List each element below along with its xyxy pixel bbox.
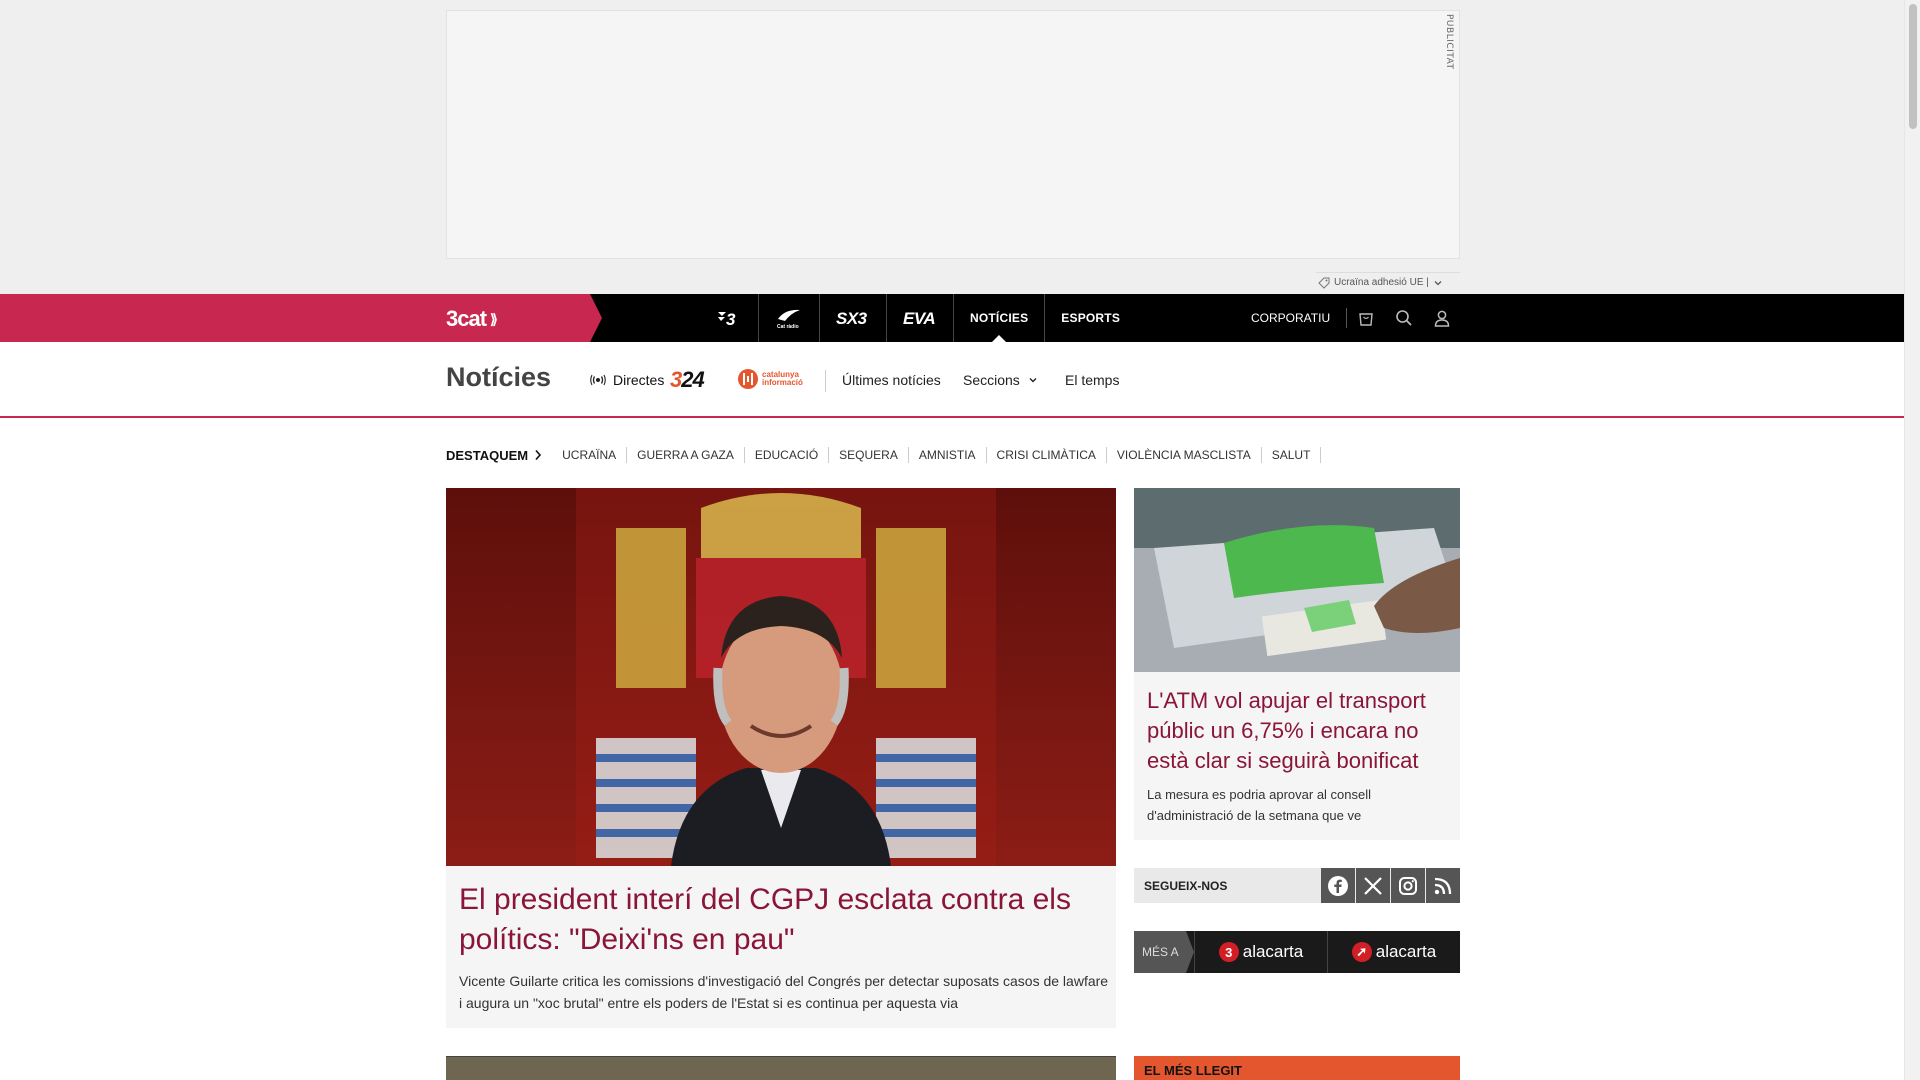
catalunya-informacio-logo[interactable]: catalunya informació: [737, 368, 803, 390]
follow-us-label: SEGUEIX-NOS: [1144, 878, 1228, 893]
follow-us-bar: SEGUEIX-NOS: [1134, 868, 1460, 903]
destaquem-label: DESTAQUEM: [446, 448, 542, 463]
instagram-button[interactable]: [1390, 868, 1425, 903]
ad-banner[interactable]: [446, 10, 1460, 259]
svg-text:3: 3: [726, 310, 736, 328]
ultimes-noticies-link[interactable]: Últimes notícies: [842, 372, 941, 388]
destaquem-text: DESTAQUEM: [446, 447, 529, 463]
catradio-alacarta-label: alacarta: [1375, 942, 1437, 961]
chevron-right-icon: [535, 449, 542, 461]
svg-text:Cat ràdio: Cat ràdio: [777, 324, 799, 329]
rss-button[interactable]: [1425, 868, 1460, 903]
eva-icon: EVA: [903, 309, 936, 327]
main-article-summary: Vicente Guilarte critica les comissions …: [459, 973, 1109, 1011]
brand-area: [0, 294, 602, 342]
x-icon: [1364, 876, 1382, 895]
tag-guerra-gaza[interactable]: GUERRA A GAZA: [627, 447, 745, 463]
facebook-button[interactable]: [1320, 868, 1355, 903]
324-logo[interactable]: 324: [670, 367, 705, 393]
scrollbar-thumb[interactable]: [1909, 4, 1917, 129]
section-title[interactable]: Notícies: [446, 362, 551, 393]
channel-eva-logo[interactable]: EVA: [887, 294, 954, 342]
catradio-mark-icon: ➚: [1351, 942, 1372, 962]
tag-ucraina[interactable]: UCRAÏNA: [552, 447, 628, 463]
user-icon: [1434, 310, 1450, 327]
brand-chevron-icon: ⟫: [490, 310, 498, 327]
el-temps-link[interactable]: El temps: [1065, 372, 1119, 388]
search-button[interactable]: [1385, 294, 1423, 342]
next-article-image[interactable]: [446, 1056, 1116, 1080]
ad-label: PUBLICITAT: [1444, 14, 1454, 70]
ad-topic-tag[interactable]: Ucraïna adhesió UE |: [1316, 272, 1460, 292]
tv3-alacarta-button[interactable]: 3 alacarta: [1194, 931, 1327, 973]
mes-a-label: MÉS A: [1134, 931, 1194, 973]
page-scrollbar[interactable]: [1904, 0, 1920, 1080]
channel-tv3-logo[interactable]: 3: [700, 294, 759, 342]
utility-nav: CORPORATIU: [1251, 294, 1461, 342]
tag-icon: [1318, 277, 1330, 289]
shop-button[interactable]: [1347, 294, 1385, 342]
section-header: Notícies Directes 324 catalunya informac…: [0, 342, 1904, 418]
ad-topic-text: Ucraïna adhesió UE |: [1334, 277, 1429, 288]
featured-tags: DESTAQUEM UCRAÏNA GUERRA A GAZA EDUCACIÓ…: [446, 444, 1322, 466]
ticket-machine-photo: [1134, 488, 1460, 672]
catradio-icon: Cat ràdio: [777, 309, 800, 329]
side-article-title[interactable]: L'ATM vol apujar el transport públic un …: [1147, 686, 1452, 776]
tag-salut[interactable]: SALUT: [1262, 447, 1322, 463]
user-button[interactable]: [1423, 294, 1461, 342]
nav-noticies[interactable]: NOTÍCIES: [954, 294, 1046, 342]
tv3-mark-icon: 3: [1218, 942, 1239, 962]
directes-label: Directes: [613, 372, 665, 388]
svg-text:EVA: EVA: [903, 309, 935, 327]
tag-sequera[interactable]: SEQUERA: [829, 447, 909, 463]
tag-amnistia[interactable]: AMNISTIA: [909, 447, 987, 463]
facebook-icon: [1328, 875, 1348, 896]
directes-link[interactable]: Directes: [590, 372, 664, 388]
tv3-alacarta-label: alacarta: [1242, 942, 1304, 961]
channel-sx3-logo[interactable]: SX3: [820, 294, 887, 342]
ci-text: catalunya informació: [762, 371, 803, 387]
mes-a-bar: MÉS A 3 alacarta ➚ alacarta: [1134, 931, 1460, 973]
channel-catradio-logo[interactable]: Cat ràdio: [759, 294, 820, 342]
main-article-title[interactable]: El president interí del CGPJ esclata con…: [459, 880, 1099, 960]
corporatiu-link[interactable]: CORPORATIU: [1251, 308, 1348, 328]
324-logo-number: 24: [681, 367, 705, 392]
brand-text: 3cat: [446, 306, 487, 331]
most-read-header: EL MÉS LLEGIT: [1134, 1056, 1460, 1080]
tag-violencia-masclista[interactable]: VIOLÈNCIA MASCLISTA: [1107, 447, 1262, 463]
nav-esports[interactable]: ESPORTS: [1045, 294, 1136, 342]
svg-text:SX3: SX3: [836, 309, 868, 327]
sx3-icon: SX3: [836, 309, 868, 327]
advertising-area: PUBLICITAT Ucraïna adhesió UE |: [0, 0, 1904, 294]
live-broadcast-icon: [590, 374, 606, 386]
main-article-image[interactable]: [446, 488, 1116, 866]
side-article-image[interactable]: [1134, 488, 1460, 672]
most-read-label: EL MÉS LLEGIT: [1144, 1063, 1242, 1078]
search-icon: [1396, 310, 1412, 326]
channel-list: 3 Cat ràdio SX3 EVA NOTÍCIES ESPORTS: [700, 294, 1136, 342]
shopping-bag-icon: [1359, 313, 1373, 326]
top-navigation-bar: 3cat ⟫ 3 Cat ràdio SX3 EVA NOTÍCIES ESPO…: [0, 294, 1904, 342]
chevron-down-icon: [1029, 378, 1037, 383]
x-button[interactable]: [1355, 868, 1390, 903]
main-article-card[interactable]: El president interí del CGPJ esclata con…: [446, 866, 1116, 1028]
tv3-icon: 3: [718, 310, 737, 328]
header-divider: [825, 370, 826, 392]
side-article-summary: La mesura es podria aprovar al consell d…: [1147, 787, 1372, 823]
rss-icon: [1434, 877, 1452, 894]
side-article-card[interactable]: L'ATM vol apujar el transport públic un …: [1134, 672, 1460, 840]
catradio-alacarta-button[interactable]: ➚ alacarta: [1327, 931, 1460, 973]
ci-text-line2: informació: [762, 378, 803, 387]
tag-crisi-climatica[interactable]: CRISI CLIMÀTICA: [987, 447, 1107, 463]
tag-educacio[interactable]: EDUCACIÓ: [745, 447, 830, 463]
catalunya-informacio-icon: [738, 369, 758, 389]
3cat-logo[interactable]: 3cat ⟫: [446, 306, 498, 332]
instagram-icon: [1399, 876, 1417, 895]
324-logo-three: 3: [670, 367, 682, 392]
seccions-label: Seccions: [963, 372, 1020, 388]
chevron-down-icon: [1434, 280, 1442, 285]
portrait-photo: [446, 488, 1116, 866]
seccions-dropdown[interactable]: Seccions: [963, 372, 1038, 388]
